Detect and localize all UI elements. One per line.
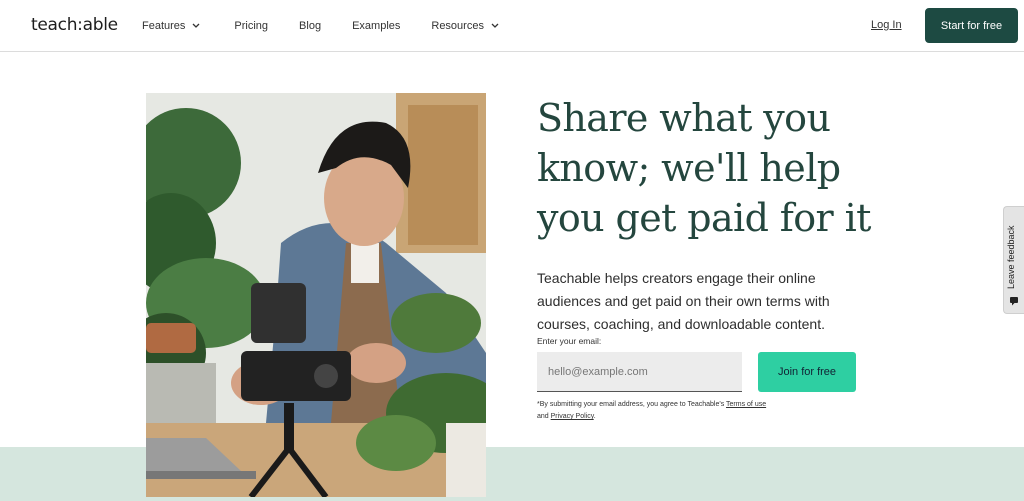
feedback-icon — [1009, 293, 1019, 306]
main-nav: Features Pricing Blog Examples Resources — [142, 18, 533, 34]
nav-resources-label: Resources — [431, 20, 484, 32]
nav-pricing[interactable]: Pricing — [234, 18, 268, 34]
nav-pricing-label: Pricing — [234, 20, 269, 32]
privacy-policy-link[interactable]: Privacy Policy — [551, 413, 594, 420]
nav-examples-label: Examples — [352, 20, 401, 32]
teachable-logo[interactable]: teach:able — [31, 15, 118, 35]
nav-examples[interactable]: Examples — [352, 18, 400, 34]
email-input[interactable] — [537, 352, 742, 392]
start-for-free-button[interactable]: Start for free — [925, 8, 1018, 43]
leave-feedback-label: Leave feedback — [1006, 225, 1016, 289]
hero-headline: Share what you know; we'll help you get … — [537, 96, 871, 240]
nav-features-label: Features — [142, 20, 186, 32]
nav-features[interactable]: Features — [142, 18, 203, 34]
nav-resources[interactable]: Resources — [431, 18, 502, 34]
terms-of-use-link[interactable]: Terms of use — [726, 401, 766, 408]
chevron-down-icon — [488, 20, 502, 32]
disclaimer-and: and — [537, 413, 549, 420]
nav-blog-label: Blog — [299, 20, 322, 32]
leave-feedback-tab[interactable]: Leave feedback — [1003, 206, 1024, 314]
email-disclaimer: *By submitting your email address, you a… — [537, 399, 767, 423]
join-for-free-button[interactable]: Join for free — [758, 352, 856, 392]
disclaimer-period: . — [593, 413, 596, 420]
hero-subtext: Teachable helps creators engage their on… — [537, 270, 830, 332]
chevron-down-icon — [189, 20, 203, 32]
disclaimer-text: *By submitting your email address, you a… — [537, 401, 725, 408]
nav-blog[interactable]: Blog — [299, 18, 321, 34]
login-link[interactable]: Log In — [871, 19, 902, 31]
site-header: teach:able Features Pricing Blog Example… — [0, 0, 1024, 52]
hero-photo — [146, 93, 486, 497]
email-label: Enter your email: — [537, 336, 602, 346]
